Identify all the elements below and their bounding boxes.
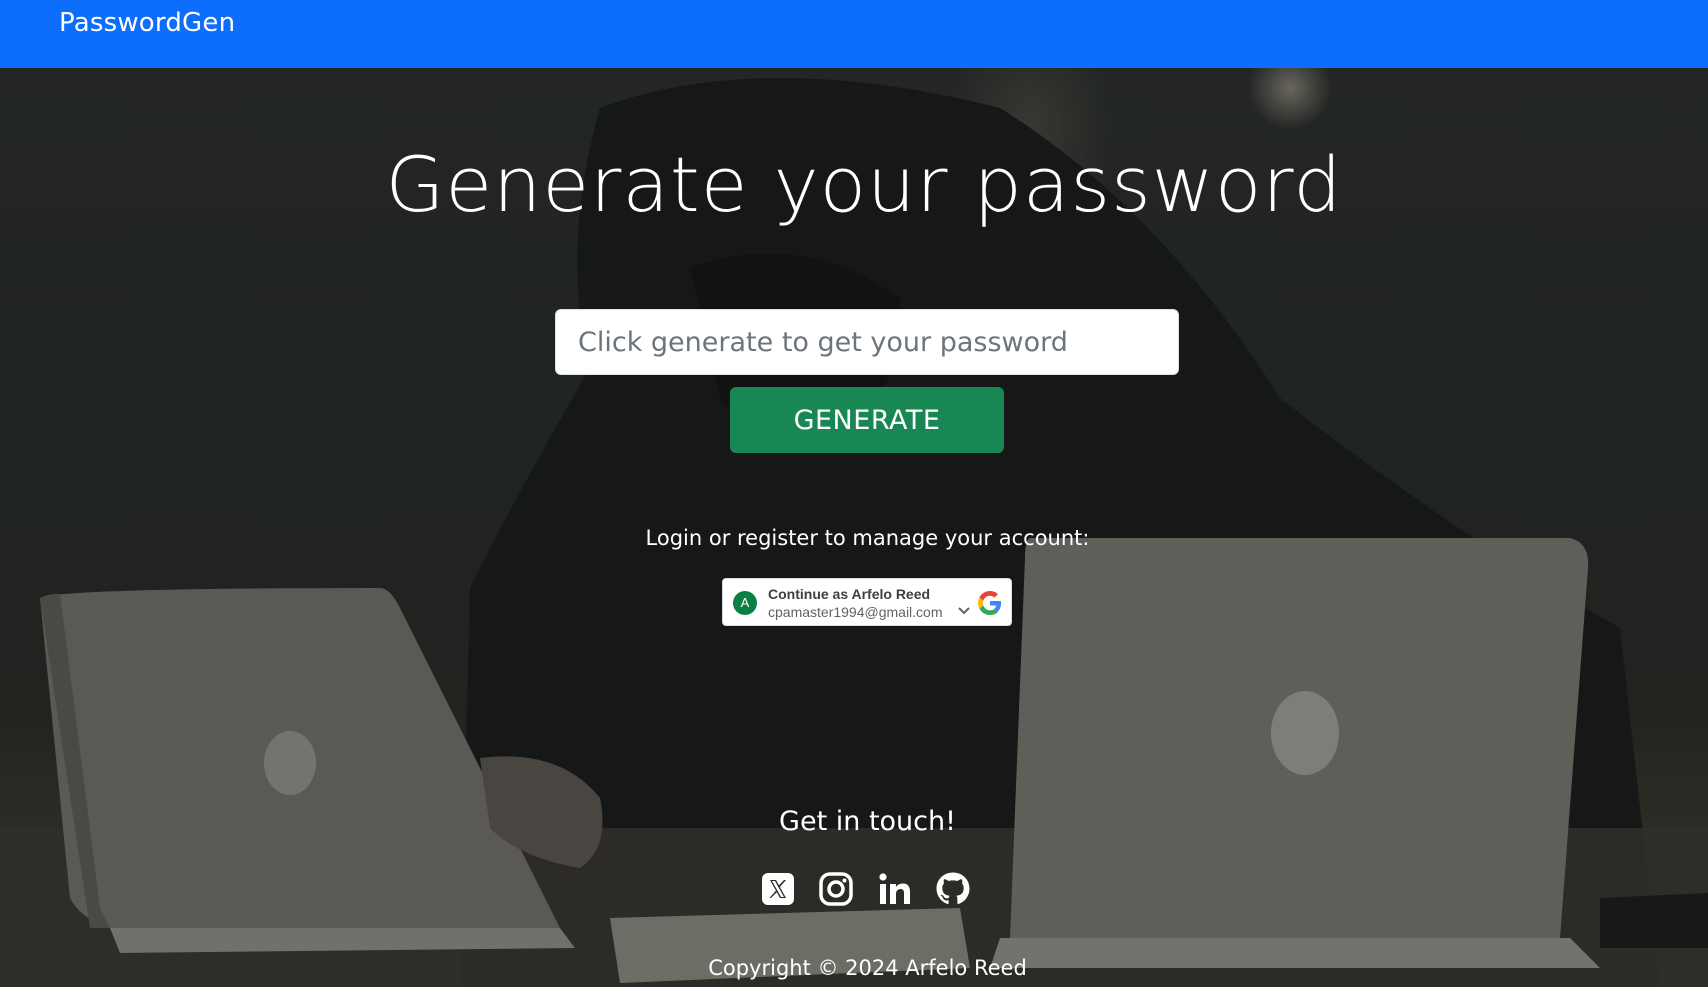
get-in-touch-heading: Get in touch!	[779, 806, 956, 837]
generate-button[interactable]: GENERATE	[730, 387, 1004, 453]
password-output-field[interactable]	[555, 309, 1179, 375]
page-title: Generate your password	[385, 140, 1343, 229]
brand-link[interactable]: PasswordGen	[59, 8, 235, 38]
chevron-down-icon[interactable]	[958, 607, 970, 615]
google-logo-icon	[978, 591, 1002, 615]
hero-section: Generate your password GENERATE Login or…	[0, 68, 1708, 987]
avatar: A	[733, 591, 757, 615]
google-signin-title: Continue as Arfelo Reed	[768, 586, 931, 602]
google-signin-button[interactable]: A Continue as Arfelo Reed cpamaster1994@…	[722, 578, 1012, 626]
copyright-text: Copyright © 2024 Arfelo Reed	[708, 956, 1027, 980]
instagram-icon[interactable]	[818, 871, 854, 907]
login-prompt: Login or register to manage your account…	[645, 526, 1090, 550]
github-icon[interactable]	[935, 871, 971, 907]
google-signin-email: cpamaster1994@gmail.com	[768, 604, 943, 620]
navbar: PasswordGen	[0, 0, 1708, 68]
x-icon[interactable]	[760, 871, 796, 907]
linkedin-icon[interactable]	[877, 871, 913, 907]
